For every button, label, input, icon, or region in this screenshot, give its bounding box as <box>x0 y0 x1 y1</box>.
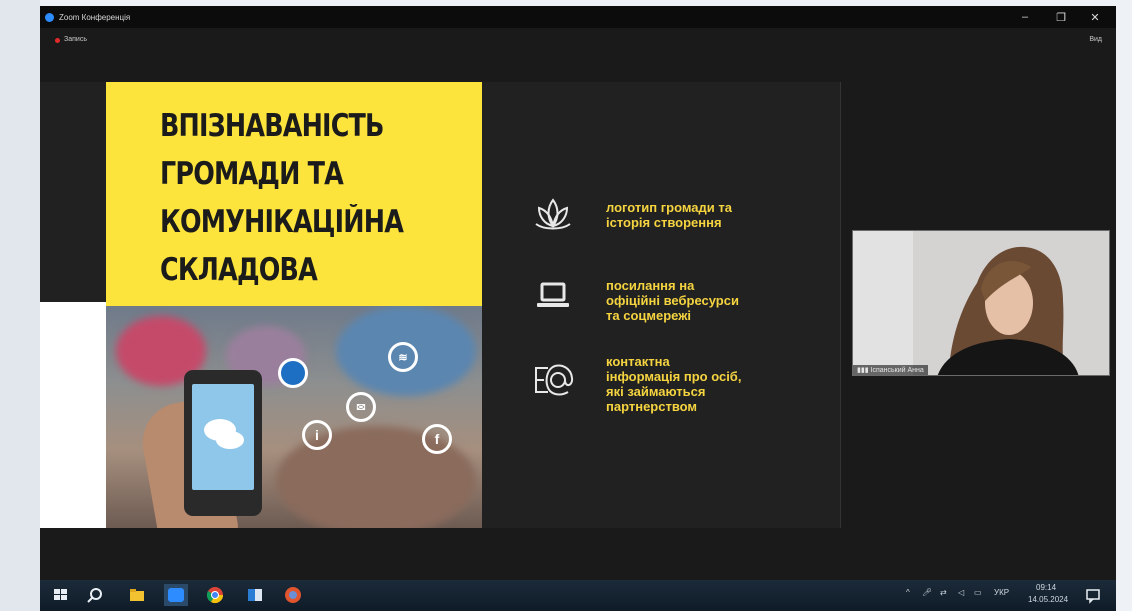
zoom-logo-icon <box>45 12 54 22</box>
smartphone <box>184 370 262 516</box>
participant-video-tile[interactable]: ▮▮▮ Іспанський Анна <box>852 230 1110 376</box>
microphone-icon[interactable]: 🎤︎ <box>922 588 932 597</box>
wifi-icon: ≋ <box>388 342 418 372</box>
volume-icon[interactable]: ◁ <box>958 588 964 597</box>
desktop-background <box>0 0 40 611</box>
smartphone-crowd-photo: ≋ ✉ i f <box>106 306 482 528</box>
laptop-icon <box>537 282 569 307</box>
shared-slide: ВПІЗНАВАНІСТЬ ГРОМАДИ ТА КОМУНІКАЦІЙНА С… <box>40 82 840 528</box>
email-at-icon <box>535 364 574 396</box>
tray-overflow-arrow[interactable]: ^ <box>906 588 910 597</box>
title-bar: Zoom Конференція – ❐ ✕ <box>40 6 1116 28</box>
signal-icon: ▮▮▮ <box>857 367 871 374</box>
slide-title-line-3: КОМУНІКАЦІЙНА <box>160 204 404 240</box>
participant-name: Іспанський Анна <box>870 367 924 374</box>
participant-name-label: ▮▮▮ Іспанський Анна <box>853 365 928 375</box>
zoom-app-icon[interactable] <box>164 584 188 606</box>
recording-bar: Запись Вид <box>40 28 1116 54</box>
language-indicator[interactable]: УКР <box>994 588 1009 597</box>
lotus-icon <box>535 198 571 230</box>
search-icon[interactable] <box>86 586 104 604</box>
bullet-text-3: контактна інформація про осіб, які займа… <box>606 354 742 414</box>
view-button[interactable]: Вид <box>1089 36 1102 43</box>
bullet-text-2: посилання на офіційні вебресурси та соцм… <box>606 278 739 323</box>
window-title: Zoom Конференція <box>59 12 131 22</box>
bullet-text-1: логотип громади та історія створення <box>606 200 732 230</box>
network-icon[interactable]: ⇄ <box>940 588 947 597</box>
zoom-meeting-window: Zoom Конференція – ❐ ✕ Запись Вид ВПІЗНА… <box>40 6 1116 580</box>
panel-divider <box>840 82 841 528</box>
slide-white-block <box>40 302 106 528</box>
file-explorer-icon[interactable] <box>128 586 146 604</box>
notifications-icon[interactable] <box>1084 586 1102 604</box>
windows-start-icon[interactable] <box>52 586 70 604</box>
clock-time[interactable]: 09:14 <box>1036 583 1056 592</box>
user-circle-icon <box>278 358 308 388</box>
windows-taskbar: ^ 🎤︎ ⇄ ◁ ▭ УКР 09:14 14.05.2024 <box>40 580 1116 611</box>
battery-icon[interactable]: ▭ <box>974 588 982 597</box>
mail-icon: ✉ <box>346 392 376 422</box>
clock-date[interactable]: 14.05.2024 <box>1028 595 1068 604</box>
maximize-button[interactable]: ❐ <box>1044 6 1078 28</box>
info-icon: i <box>302 420 332 450</box>
browser-icon[interactable] <box>284 586 302 604</box>
phone-screen <box>192 384 254 490</box>
record-dot-icon <box>55 38 60 43</box>
facebook-icon: f <box>422 424 452 454</box>
participant-video <box>853 231 1109 375</box>
slide-title-line-1: ВПІЗНАВАНІСТЬ <box>160 108 384 144</box>
record-label[interactable]: Запись <box>64 36 87 43</box>
slide-title-panel: ВПІЗНАВАНІСТЬ ГРОМАДИ ТА КОМУНІКАЦІЙНА С… <box>106 82 482 306</box>
slide-title-line-4: СКЛАДОВА <box>160 252 318 288</box>
chrome-icon[interactable] <box>206 586 224 604</box>
close-button[interactable]: ✕ <box>1078 6 1112 28</box>
chat-bubble-icon <box>204 419 244 449</box>
minimize-button[interactable]: – <box>1008 6 1042 28</box>
word-icon[interactable] <box>246 586 264 604</box>
slide-title-line-2: ГРОМАДИ ТА <box>160 156 344 192</box>
